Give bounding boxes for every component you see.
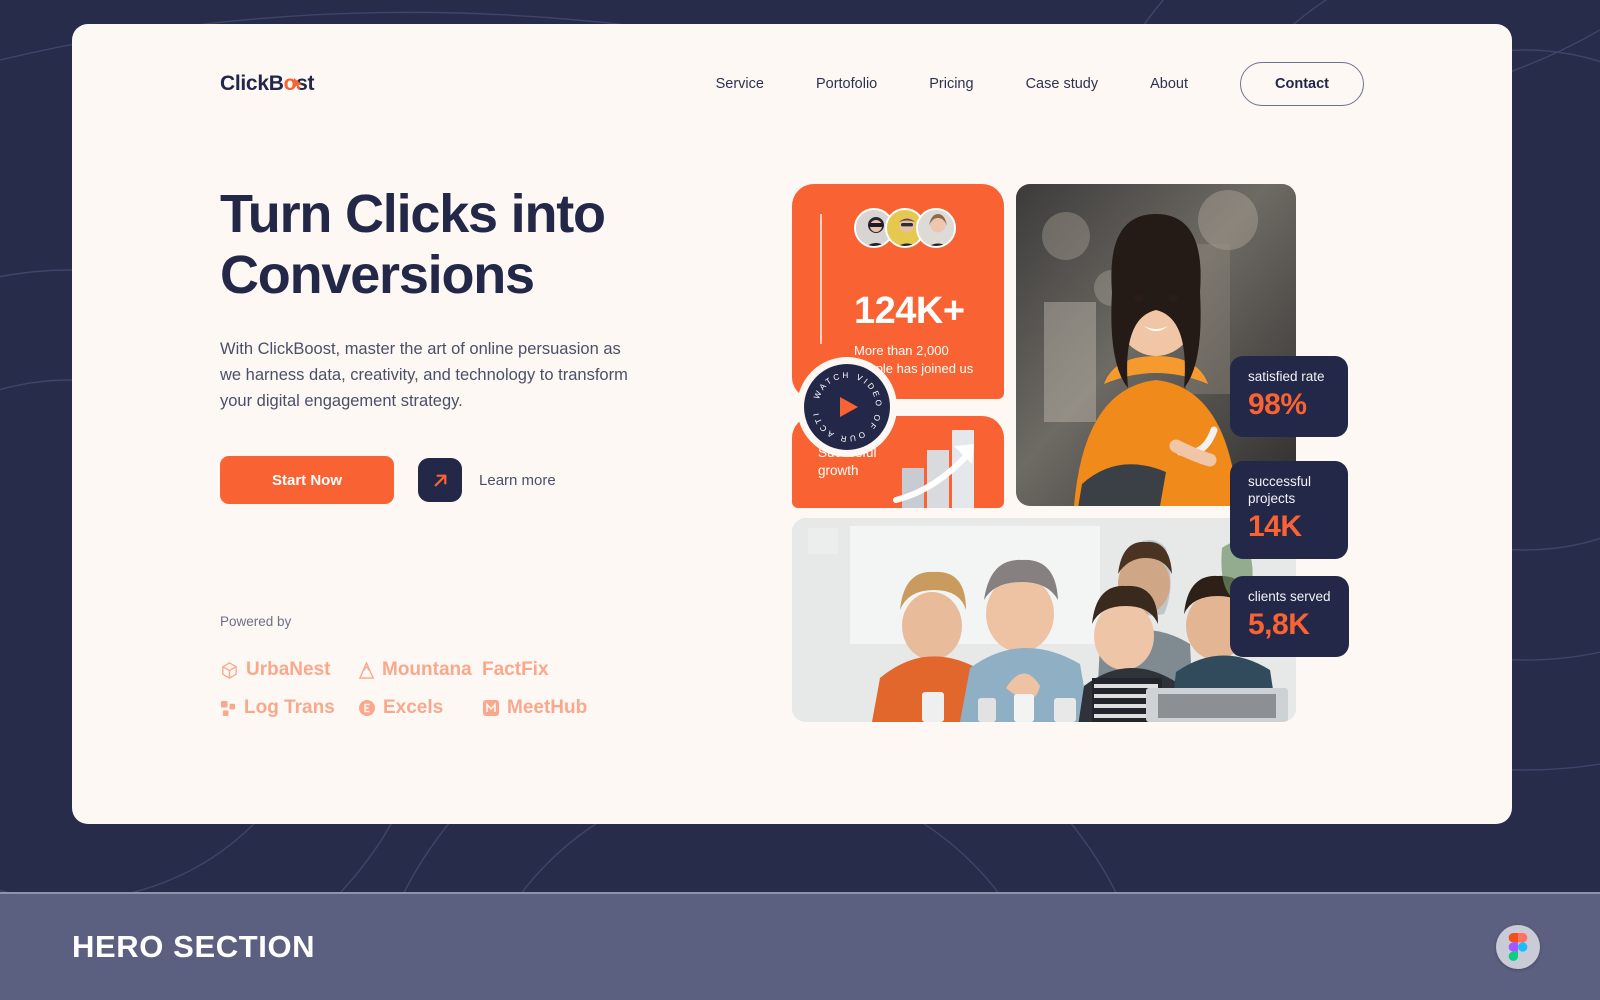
accent-divider — [820, 214, 822, 344]
badge-value: 5,8K — [1248, 607, 1310, 641]
hero-right-column: 124K+ More than 2,000 people has joined … — [792, 184, 1372, 744]
photo-illustration — [1016, 184, 1296, 506]
watch-video-badge[interactable]: WATCH VIDEO OF OUR ACTION — [804, 364, 890, 450]
nav-item-about[interactable]: About — [1124, 76, 1214, 92]
page-title: Turn Clicks into Conversions — [220, 184, 700, 306]
badge-value: 98% — [1248, 387, 1307, 421]
badge-label: successful projects — [1248, 474, 1330, 508]
partner-label: MeetHub — [507, 697, 588, 719]
badge-label: clients served — [1248, 589, 1331, 604]
partner-excels[interactable]: Excels — [358, 697, 482, 719]
main-nav: Service Portofolio Pricing Case study Ab… — [690, 62, 1364, 106]
status-badge-successful-projects: successful projects 14K — [1230, 461, 1348, 559]
caption-line-1: More than 2,000 — [854, 343, 949, 358]
partner-logo-grid: UrbaNest Mountana FactFix Log Trans Exce… — [220, 659, 700, 719]
badge-label: satisfied rate — [1248, 369, 1325, 384]
avatar-group — [854, 208, 956, 248]
circle-e-icon — [359, 700, 375, 717]
figma-button[interactable] — [1496, 925, 1540, 969]
team-meeting-photo — [792, 518, 1296, 722]
nav-item-pricing[interactable]: Pricing — [903, 76, 999, 92]
learn-more-arrow-button[interactable] — [418, 458, 463, 503]
partner-log-trans[interactable]: Log Trans — [220, 697, 358, 719]
page-card: ClickB o st Service Portofolio Pricing Cas… — [72, 24, 1512, 824]
partner-label: FactFix — [482, 659, 549, 681]
hero-left-column: Turn Clicks into Conversions With ClickB… — [220, 184, 700, 719]
headline-line-2: Conversions — [220, 245, 535, 306]
badge-label-line-2: projects — [1248, 490, 1296, 506]
partner-meethub[interactable]: MeetHub — [482, 697, 587, 719]
joined-users-value: 124K+ — [854, 290, 965, 332]
badge-label-line-1: successful — [1248, 474, 1312, 489]
partner-logo-row: Log Trans Excels MeetHub — [220, 697, 700, 719]
boxes-icon — [220, 700, 236, 716]
growth-line-2: growth — [818, 463, 859, 479]
start-now-button[interactable]: Start Now — [220, 456, 395, 505]
partner-label: UrbaNest — [246, 659, 331, 681]
partner-label: Log Trans — [244, 697, 335, 719]
play-icon — [840, 397, 858, 417]
avatar — [916, 208, 956, 248]
logo-o-mark: o — [284, 72, 302, 96]
arrow-up-right-icon — [434, 474, 446, 487]
figma-icon — [1508, 933, 1528, 961]
nav-item-portofolio[interactable]: Portofolio — [790, 76, 903, 92]
powered-by-label: Powered by — [220, 614, 292, 630]
nav-item-service[interactable]: Service — [690, 76, 790, 92]
partner-logo-row: UrbaNest Mountana FactFix — [220, 659, 700, 681]
hero-subcopy: With ClickBoost, master the art of onlin… — [220, 340, 628, 411]
partner-factfix[interactable]: FactFix — [482, 659, 549, 681]
logo-prefix: ClickB — [220, 72, 284, 95]
square-m-icon — [483, 700, 499, 717]
learn-more-link[interactable]: Learn more — [479, 472, 556, 489]
cta-row: Start Now Learn more — [220, 456, 700, 505]
partner-urbanest[interactable]: UrbaNest — [220, 659, 358, 681]
cursor-click-icon — [293, 78, 302, 90]
partner-mountana[interactable]: Mountana — [358, 659, 482, 681]
contact-button[interactable]: Contact — [1240, 62, 1364, 106]
status-badge-clients-served: clients served 5,8K — [1230, 576, 1349, 657]
partner-label: Excels — [383, 697, 444, 719]
partner-label: Mountana — [382, 659, 472, 681]
portrait-woman-tablet-photo — [1016, 184, 1296, 506]
photo-illustration — [792, 518, 1296, 722]
status-badge-satisfied-rate: satisfied rate 98% — [1230, 356, 1348, 437]
site-header: ClickB o st Service Portofolio Pricing Cas… — [72, 24, 1512, 144]
nav-item-case-study[interactable]: Case study — [1000, 76, 1125, 92]
logo[interactable]: ClickB o st — [220, 72, 314, 96]
section-caption-bar: HERO SECTION — [0, 892, 1600, 1000]
cube-icon — [222, 661, 237, 679]
badge-value: 14K — [1248, 509, 1302, 543]
section-caption-label: HERO SECTION — [72, 929, 316, 964]
avatar-photo — [918, 210, 954, 246]
headline-line-1: Turn Clicks into — [220, 184, 606, 244]
mountain-icon — [358, 661, 375, 679]
